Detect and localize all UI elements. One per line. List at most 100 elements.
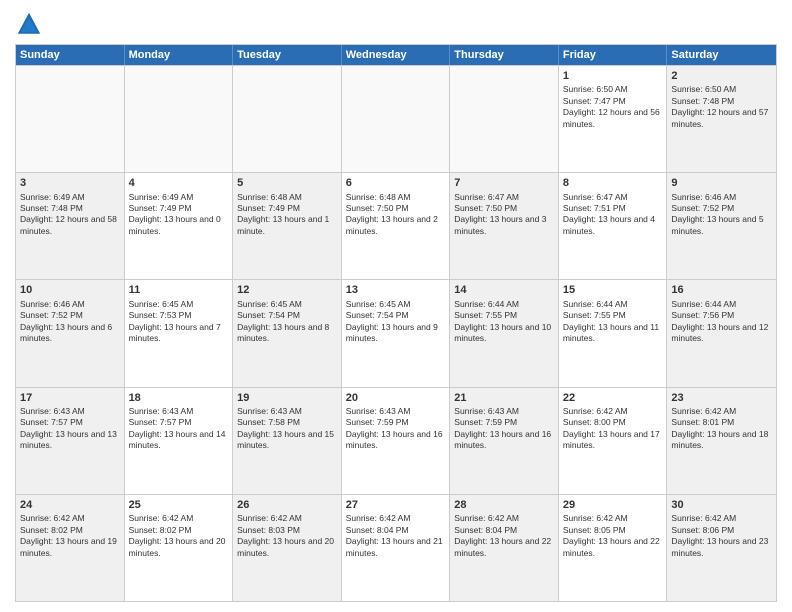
empty-cell bbox=[125, 66, 234, 172]
day-number: 11 bbox=[129, 283, 229, 297]
day-cell-12: 12 Sunrise: 6:45 AM Sunset: 7:54 PM Dayli… bbox=[233, 280, 342, 386]
day-number: 28 bbox=[454, 498, 554, 512]
day-details: Sunrise: 6:42 AM Sunset: 8:04 PM Dayligh… bbox=[454, 513, 554, 559]
day-details: Sunrise: 6:43 AM Sunset: 7:58 PM Dayligh… bbox=[237, 406, 337, 452]
empty-cell bbox=[16, 66, 125, 172]
day-number: 8 bbox=[563, 176, 663, 190]
day-number: 14 bbox=[454, 283, 554, 297]
day-number: 12 bbox=[237, 283, 337, 297]
day-cell-30: 30Sunrise: 6:42 AM Sunset: 8:06 PM Dayli… bbox=[667, 495, 776, 601]
day-number: 22 bbox=[563, 391, 663, 405]
day-details: Sunrise: 6:42 AM Sunset: 8:02 PM Dayligh… bbox=[129, 513, 229, 559]
header-day-friday: Friday bbox=[559, 45, 668, 65]
day-cell-17: 17Sunrise: 6:43 AM Sunset: 7:57 PM Dayli… bbox=[16, 388, 125, 494]
header-day-wednesday: Wednesday bbox=[342, 45, 451, 65]
day-details: Sunrise: 6:45 AM Sunset: 7:53 PM Dayligh… bbox=[129, 299, 229, 345]
day-cell-11: 11 Sunrise: 6:45 AM Sunset: 7:53 PM Dayli… bbox=[125, 280, 234, 386]
day-cell-9: 9 Sunrise: 6:46 AM Sunset: 7:52 PM Daylig… bbox=[667, 173, 776, 279]
day-details: Sunrise: 6:43 AM Sunset: 7:57 PM Dayligh… bbox=[20, 406, 120, 452]
day-number: 18 bbox=[129, 391, 229, 405]
day-cell-27: 27Sunrise: 6:42 AM Sunset: 8:04 PM Dayli… bbox=[342, 495, 451, 601]
header-day-sunday: Sunday bbox=[16, 45, 125, 65]
calendar-header: SundayMondayTuesdayWednesdayThursdayFrid… bbox=[16, 45, 776, 65]
day-number: 7 bbox=[454, 176, 554, 190]
day-cell-25: 25Sunrise: 6:42 AM Sunset: 8:02 PM Dayli… bbox=[125, 495, 234, 601]
day-cell-6: 6Sunrise: 6:48 AM Sunset: 7:50 PM Daylig… bbox=[342, 173, 451, 279]
cal-row-1: 3 Sunrise: 6:49 AM Sunset: 7:48 PM Daylig… bbox=[16, 172, 776, 279]
cal-row-0: 1Sunrise: 6:50 AM Sunset: 7:47 PM Daylig… bbox=[16, 65, 776, 172]
day-cell-26: 26Sunrise: 6:42 AM Sunset: 8:03 PM Dayli… bbox=[233, 495, 342, 601]
day-number: 23 bbox=[671, 391, 772, 405]
day-number: 3 bbox=[20, 176, 120, 190]
day-details: Sunrise: 6:42 AM Sunset: 8:04 PM Dayligh… bbox=[346, 513, 446, 559]
header-day-thursday: Thursday bbox=[450, 45, 559, 65]
day-number: 9 bbox=[671, 176, 772, 190]
day-cell-28: 28Sunrise: 6:42 AM Sunset: 8:04 PM Dayli… bbox=[450, 495, 559, 601]
header bbox=[15, 10, 777, 38]
day-cell-7: 7 Sunrise: 6:47 AM Sunset: 7:50 PM Daylig… bbox=[450, 173, 559, 279]
day-details: Sunrise: 6:50 AM Sunset: 7:48 PM Dayligh… bbox=[671, 84, 772, 130]
day-number: 13 bbox=[346, 283, 446, 297]
day-details: Sunrise: 6:44 AM Sunset: 7:55 PM Dayligh… bbox=[454, 299, 554, 345]
day-number: 6 bbox=[346, 176, 446, 190]
day-details: Sunrise: 6:45 AM Sunset: 7:54 PM Dayligh… bbox=[346, 299, 446, 345]
day-cell-21: 21Sunrise: 6:43 AM Sunset: 7:59 PM Dayli… bbox=[450, 388, 559, 494]
day-number: 10 bbox=[20, 283, 120, 297]
day-number: 27 bbox=[346, 498, 446, 512]
page: SundayMondayTuesdayWednesdayThursdayFrid… bbox=[0, 0, 792, 612]
day-cell-18: 18Sunrise: 6:43 AM Sunset: 7:57 PM Dayli… bbox=[125, 388, 234, 494]
day-number: 30 bbox=[671, 498, 772, 512]
day-cell-20: 20Sunrise: 6:43 AM Sunset: 7:59 PM Dayli… bbox=[342, 388, 451, 494]
day-details: Sunrise: 6:42 AM Sunset: 8:05 PM Dayligh… bbox=[563, 513, 663, 559]
cal-row-2: 10Sunrise: 6:46 AM Sunset: 7:52 PM Dayli… bbox=[16, 279, 776, 386]
day-cell-1: 1Sunrise: 6:50 AM Sunset: 7:47 PM Daylig… bbox=[559, 66, 668, 172]
logo-icon bbox=[15, 10, 43, 38]
day-details: Sunrise: 6:49 AM Sunset: 7:49 PM Dayligh… bbox=[129, 192, 229, 238]
day-cell-3: 3 Sunrise: 6:49 AM Sunset: 7:48 PM Daylig… bbox=[16, 173, 125, 279]
header-day-monday: Monday bbox=[125, 45, 234, 65]
day-details: Sunrise: 6:45 AM Sunset: 7:54 PM Dayligh… bbox=[237, 299, 337, 345]
day-cell-4: 4Sunrise: 6:49 AM Sunset: 7:49 PM Daylig… bbox=[125, 173, 234, 279]
day-number: 1 bbox=[563, 69, 663, 83]
cal-row-4: 24Sunrise: 6:42 AM Sunset: 8:02 PM Dayli… bbox=[16, 494, 776, 601]
day-number: 19 bbox=[237, 391, 337, 405]
day-number: 20 bbox=[346, 391, 446, 405]
day-details: Sunrise: 6:42 AM Sunset: 8:03 PM Dayligh… bbox=[237, 513, 337, 559]
day-number: 15 bbox=[563, 283, 663, 297]
day-details: Sunrise: 6:46 AM Sunset: 7:52 PM Dayligh… bbox=[671, 192, 772, 238]
empty-cell bbox=[450, 66, 559, 172]
day-number: 21 bbox=[454, 391, 554, 405]
calendar: SundayMondayTuesdayWednesdayThursdayFrid… bbox=[15, 44, 777, 602]
day-details: Sunrise: 6:42 AM Sunset: 8:02 PM Dayligh… bbox=[20, 513, 120, 559]
day-cell-16: 16Sunrise: 6:44 AM Sunset: 7:56 PM Dayli… bbox=[667, 280, 776, 386]
day-details: Sunrise: 6:42 AM Sunset: 8:00 PM Dayligh… bbox=[563, 406, 663, 452]
day-details: Sunrise: 6:44 AM Sunset: 7:55 PM Dayligh… bbox=[563, 299, 663, 345]
header-day-saturday: Saturday bbox=[667, 45, 776, 65]
empty-cell bbox=[342, 66, 451, 172]
day-number: 29 bbox=[563, 498, 663, 512]
day-details: Sunrise: 6:43 AM Sunset: 7:57 PM Dayligh… bbox=[129, 406, 229, 452]
day-details: Sunrise: 6:47 AM Sunset: 7:50 PM Dayligh… bbox=[454, 192, 554, 238]
day-cell-8: 8 Sunrise: 6:47 AM Sunset: 7:51 PM Daylig… bbox=[559, 173, 668, 279]
day-cell-19: 19Sunrise: 6:43 AM Sunset: 7:58 PM Dayli… bbox=[233, 388, 342, 494]
day-cell-15: 15 Sunrise: 6:44 AM Sunset: 7:55 PM Dayli… bbox=[559, 280, 668, 386]
day-number: 5 bbox=[237, 176, 337, 190]
empty-cell bbox=[233, 66, 342, 172]
calendar-body: 1Sunrise: 6:50 AM Sunset: 7:47 PM Daylig… bbox=[16, 65, 776, 601]
day-details: Sunrise: 6:42 AM Sunset: 8:06 PM Dayligh… bbox=[671, 513, 772, 559]
day-details: Sunrise: 6:49 AM Sunset: 7:48 PM Dayligh… bbox=[20, 192, 120, 238]
day-number: 24 bbox=[20, 498, 120, 512]
day-cell-14: 14 Sunrise: 6:44 AM Sunset: 7:55 PM Dayli… bbox=[450, 280, 559, 386]
day-cell-2: 2Sunrise: 6:50 AM Sunset: 7:48 PM Daylig… bbox=[667, 66, 776, 172]
day-cell-10: 10Sunrise: 6:46 AM Sunset: 7:52 PM Dayli… bbox=[16, 280, 125, 386]
day-details: Sunrise: 6:42 AM Sunset: 8:01 PM Dayligh… bbox=[671, 406, 772, 452]
day-details: Sunrise: 6:47 AM Sunset: 7:51 PM Dayligh… bbox=[563, 192, 663, 238]
day-number: 26 bbox=[237, 498, 337, 512]
day-number: 2 bbox=[671, 69, 772, 83]
day-details: Sunrise: 6:43 AM Sunset: 7:59 PM Dayligh… bbox=[454, 406, 554, 452]
day-details: Sunrise: 6:48 AM Sunset: 7:49 PM Dayligh… bbox=[237, 192, 337, 238]
day-details: Sunrise: 6:50 AM Sunset: 7:47 PM Dayligh… bbox=[563, 84, 663, 130]
day-number: 25 bbox=[129, 498, 229, 512]
header-day-tuesday: Tuesday bbox=[233, 45, 342, 65]
day-cell-13: 13 Sunrise: 6:45 AM Sunset: 7:54 PM Dayli… bbox=[342, 280, 451, 386]
